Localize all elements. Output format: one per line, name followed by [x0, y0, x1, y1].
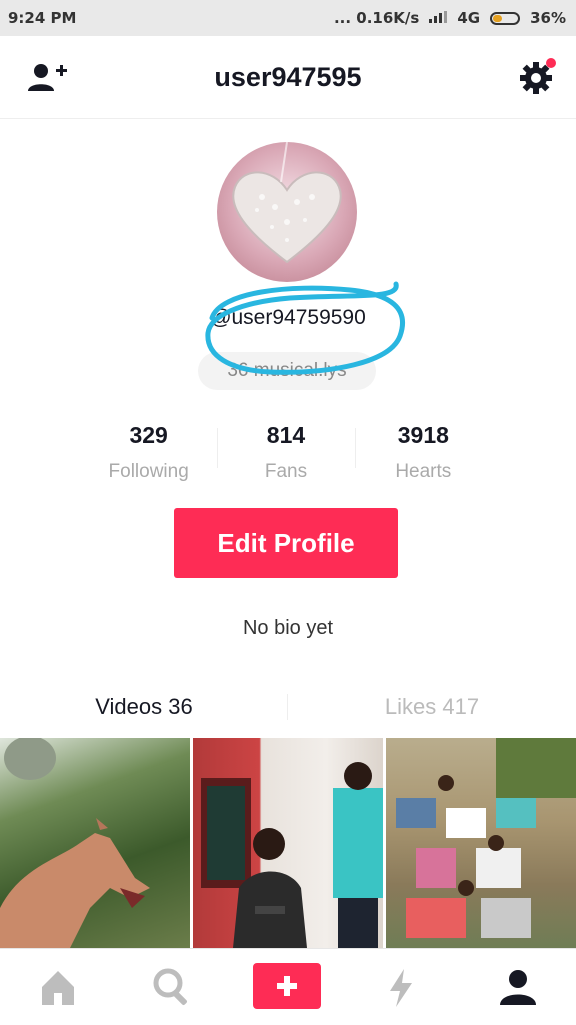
- tab-divider: [287, 694, 288, 720]
- bottom-nav: [0, 948, 576, 1025]
- plus-icon: [277, 976, 297, 996]
- video-thumbnail[interactable]: [0, 738, 190, 948]
- profile-header: user947595: [0, 36, 576, 119]
- video-thumbnail[interactable]: [193, 738, 383, 948]
- page-title: user947595: [214, 62, 362, 92]
- stat-value: 814: [266, 422, 306, 448]
- stat-label: Hearts: [395, 461, 452, 482]
- stat-label: Following: [108, 461, 189, 482]
- stat-fans[interactable]: 814 Fans: [217, 420, 354, 490]
- musically-count-badge[interactable]: 36 musical.lys: [198, 352, 376, 390]
- stat-value: 3918: [397, 422, 449, 448]
- bio-text: No bio yet: [242, 617, 334, 639]
- stat-label: Fans: [264, 461, 308, 482]
- tab-videos[interactable]: Videos 36: [0, 680, 288, 736]
- status-bar: 9:24 PM ... 0.16K/s 4G 36%: [0, 0, 576, 36]
- battery-icon: [490, 11, 521, 25]
- create-button[interactable]: [253, 963, 321, 1009]
- video-thumbnail[interactable]: [386, 738, 576, 948]
- battery-percent: 36%: [530, 9, 566, 27]
- battery-fill: [493, 14, 503, 22]
- signal-icon: [429, 9, 448, 27]
- notification-dot: [546, 58, 556, 68]
- profile-handle: @user94759590: [210, 306, 366, 329]
- person-icon[interactable]: [496, 965, 540, 1009]
- profile-stats: 329 Following 814 Fans 3918 Hearts: [80, 420, 492, 490]
- avatar[interactable]: [217, 142, 357, 282]
- stat-following[interactable]: 329 Following: [80, 420, 217, 490]
- lightning-icon[interactable]: [380, 965, 424, 1009]
- network-type: 4G: [457, 9, 481, 27]
- status-right: ... 0.16K/s 4G 36%: [334, 9, 566, 27]
- home-icon[interactable]: [36, 965, 80, 1009]
- search-icon[interactable]: [150, 965, 194, 1009]
- content-tabs: Videos 36 Likes 417: [0, 680, 576, 736]
- stat-value: 329: [129, 422, 168, 448]
- status-time: 9:24 PM: [8, 9, 77, 27]
- tab-likes[interactable]: Likes 417: [288, 680, 576, 736]
- gear-icon[interactable]: [518, 58, 556, 96]
- network-speed: ... 0.16K/s: [333, 9, 420, 27]
- stat-hearts[interactable]: 3918 Hearts: [354, 420, 492, 490]
- edit-profile-button[interactable]: Edit Profile: [174, 508, 398, 578]
- video-grid: [0, 738, 576, 948]
